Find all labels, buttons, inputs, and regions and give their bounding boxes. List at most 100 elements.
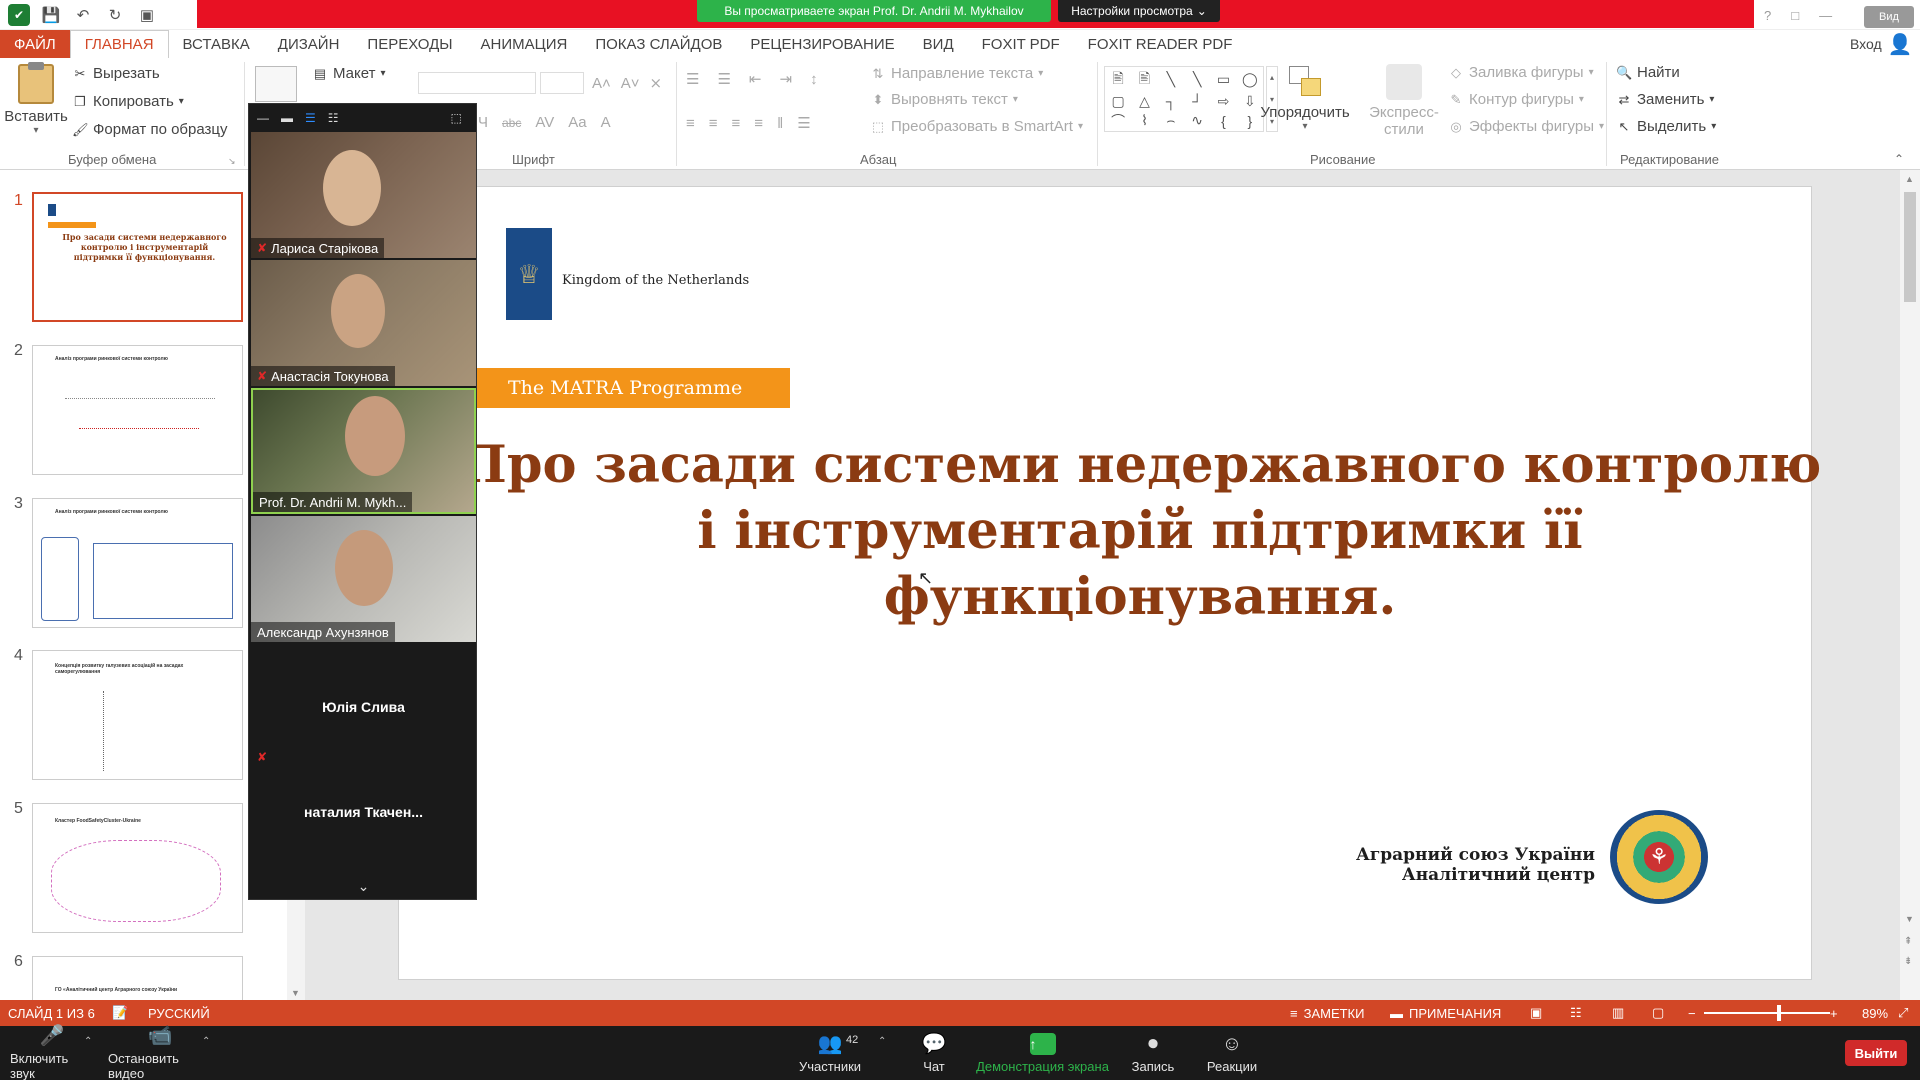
help-icon[interactable]: ? — [1764, 8, 1771, 23]
scroll-up-icon[interactable]: ▲ — [1905, 174, 1914, 184]
copy-button[interactable]: ❐ Копировать ▾ — [72, 93, 184, 110]
redo-icon[interactable]: ↻ — [104, 4, 126, 26]
slide-title[interactable]: Про засади системи недержавного контролю… — [455, 432, 1825, 630]
tab-review[interactable]: РЕЦЕНЗИРОВАНИЕ — [736, 30, 908, 58]
text-direction-button[interactable]: ⇅ Направление текста ▾ — [870, 65, 1044, 82]
slide-thumbnail-2[interactable]: Аналіз програми ринкової системи контрол… — [32, 345, 243, 475]
align-right-icon[interactable]: ≡ — [732, 115, 741, 132]
slide-thumbnail-5[interactable]: Кластер FoodSafetyCluster-Ukraine — [32, 803, 243, 933]
scribble-shape-icon[interactable]: ⌇ — [1141, 112, 1148, 129]
shrink-font-icon[interactable]: A˅ — [621, 75, 640, 92]
tab-view[interactable]: ВИД — [909, 30, 968, 58]
reactions-button[interactable]: ☺ Реакции — [1202, 1026, 1262, 1080]
arrow-right-shape-icon[interactable]: ⇨ — [1218, 93, 1230, 110]
slide-thumbnail-3[interactable]: Аналіз програми ринкової системи контрол… — [32, 498, 243, 628]
chat-button[interactable]: 💬 Чат — [906, 1026, 962, 1080]
participant-tile[interactable]: ✘ Анастасія Токунова — [251, 260, 476, 386]
tab-design[interactable]: ДИЗАЙН — [264, 30, 354, 58]
clear-format-icon[interactable]: ⨯ — [650, 74, 663, 92]
arrange-button[interactable]: Упорядочить ▾ — [1260, 64, 1350, 132]
columns-icon[interactable]: ‖ — [777, 115, 783, 132]
minimize-icon[interactable]: — — [1819, 8, 1832, 23]
chevron-up-icon[interactable]: ⌃ — [84, 1036, 92, 1047]
arrow-down-shape-icon[interactable]: ⇩ — [1244, 93, 1256, 110]
triangle-shape-icon[interactable]: △ — [1139, 93, 1150, 110]
new-slide-icon[interactable] — [255, 66, 297, 102]
shape-effects-button[interactable]: ◎ Эффекты фигуры ▾ — [1448, 118, 1604, 135]
line-spacing-icon[interactable]: ↕ — [810, 71, 818, 88]
oval-shape-icon[interactable]: ◯ — [1242, 71, 1258, 88]
tab-slideshow[interactable]: ПОКАЗ СЛАЙДОВ — [581, 30, 736, 58]
connector-shape-icon[interactable]: ┐ — [1166, 93, 1176, 109]
align-center-icon[interactable]: ≡ — [709, 115, 718, 132]
participant-tile[interactable]: Юлія Слива ✘ — [251, 644, 476, 770]
increase-indent-icon[interactable]: ⇥ — [779, 70, 792, 88]
participant-tile[interactable]: Александр Ахунзянов — [251, 516, 476, 642]
expand-icon[interactable]: ⬚ — [451, 111, 462, 125]
slide-scrollbar[interactable]: ▲ ▼ ⇞ ⇟ — [1900, 170, 1920, 1000]
slide-sorter-icon[interactable]: ☷ — [1570, 1000, 1582, 1026]
curve-shape-icon[interactable]: ∿ — [1191, 112, 1203, 129]
view-badge[interactable]: Вид — [1864, 6, 1914, 28]
bullets-icon[interactable]: ☰ — [686, 70, 699, 88]
justify-icon[interactable]: ≡ — [754, 115, 763, 132]
reading-view-icon[interactable]: ▥ — [1612, 1000, 1624, 1026]
participant-tile-active-speaker[interactable]: Prof. Dr. Andrii M. Mykh... — [251, 388, 476, 514]
undo-icon[interactable]: ↶ — [72, 4, 94, 26]
view-settings-button[interactable]: Настройки просмотра ⌄ — [1058, 0, 1220, 22]
zoom-in-icon[interactable]: + — [1830, 1000, 1838, 1026]
comments-button[interactable]: ▬ ПРИМЕЧАНИЯ — [1390, 1000, 1501, 1026]
scroll-down-icon[interactable]: ▼ — [291, 988, 300, 998]
start-slideshow-icon[interactable]: ▣ — [136, 4, 158, 26]
next-slide-icon[interactable]: ⇟ — [1904, 956, 1912, 967]
select-button[interactable]: ↖ Выделить ▾ — [1616, 118, 1717, 135]
spacing-icon[interactable]: AV — [535, 114, 554, 131]
minimize-gallery-icon[interactable]: — — [257, 111, 269, 125]
login-button[interactable]: Вход 👤 — [1850, 30, 1913, 58]
line-shape-icon[interactable]: ╲ — [1167, 71, 1175, 88]
tab-transitions[interactable]: ПЕРЕХОДЫ — [353, 30, 466, 58]
share-screen-button[interactable]: ↑ Демонстрация экрана — [975, 1026, 1110, 1080]
zoom-slider[interactable] — [1704, 1000, 1830, 1026]
stop-video-button[interactable]: 📹 Остановить видео — [108, 1025, 212, 1080]
dialog-launcher-icon[interactable]: ↘ — [228, 156, 236, 167]
normal-view-icon[interactable]: ▣ — [1530, 1000, 1542, 1026]
rounded-rect-shape-icon[interactable]: ▢ — [1112, 93, 1125, 110]
cut-button[interactable]: ✂ Вырезать — [72, 65, 160, 82]
elbow-shape-icon[interactable]: ┘ — [1192, 93, 1202, 109]
tab-foxit-reader-pdf[interactable]: FOXIT READER PDF — [1074, 30, 1247, 58]
speaker-view-icon[interactable]: ☰ — [305, 111, 316, 125]
record-button[interactable]: ⏺ Запись — [1128, 1026, 1178, 1080]
leave-meeting-button[interactable]: Выйти — [1845, 1040, 1907, 1066]
save-icon[interactable]: 💾 — [40, 4, 62, 26]
spellcheck-icon[interactable]: 📝 — [112, 1000, 128, 1026]
case-icon[interactable]: Aa — [568, 114, 586, 131]
zoom-out-icon[interactable]: − — [1688, 1000, 1696, 1026]
paste-button[interactable]: Вставить ▾ — [4, 62, 68, 136]
column-list-icon[interactable]: ☰ — [797, 114, 810, 132]
smartart-button[interactable]: ⬚ Преобразовать в SmartArt ▾ — [870, 118, 1083, 135]
zoom-level[interactable]: 89% — [1862, 1000, 1888, 1026]
chevron-up-icon[interactable]: ⌃ — [878, 1036, 886, 1047]
strikethrough-icon[interactable]: abc — [502, 116, 521, 130]
zoom-slider-knob[interactable] — [1777, 1005, 1782, 1021]
font-color-icon[interactable]: A — [601, 114, 611, 131]
notes-button[interactable]: ≡ ЗАМЕТКИ — [1290, 1000, 1364, 1026]
shape-fill-button[interactable]: ◇ Заливка фигуры ▾ — [1448, 64, 1594, 81]
tab-insert[interactable]: ВСТАВКА — [169, 30, 264, 58]
participant-tile[interactable]: ✘ Лариса Старікова — [251, 132, 476, 258]
find-button[interactable]: 🔍 Найти — [1616, 64, 1680, 81]
brace-left-shape-icon[interactable]: { — [1221, 113, 1226, 129]
gallery-view-icon[interactable]: ☷ — [328, 111, 339, 125]
fit-slide-icon[interactable]: ⤢ — [1898, 1000, 1908, 1026]
language-indicator[interactable]: РУССКИЙ — [148, 1000, 210, 1026]
shape-outline-button[interactable]: ✎ Контур фигуры ▾ — [1448, 91, 1584, 108]
underline-icon[interactable]: Ч — [478, 114, 488, 131]
align-left-icon[interactable]: ≡ — [686, 115, 695, 132]
prev-slide-icon[interactable]: ⇞ — [1904, 936, 1912, 947]
replace-button[interactable]: ⇄ Заменить ▾ — [1616, 91, 1715, 108]
textbox-v-shape-icon[interactable]: 🖹 — [1139, 68, 1150, 92]
font-name-box[interactable] — [418, 72, 536, 94]
quick-styles-button[interactable]: Экспресс- стили — [1366, 64, 1442, 138]
textbox-shape-icon[interactable]: 🖹 — [1113, 68, 1124, 92]
